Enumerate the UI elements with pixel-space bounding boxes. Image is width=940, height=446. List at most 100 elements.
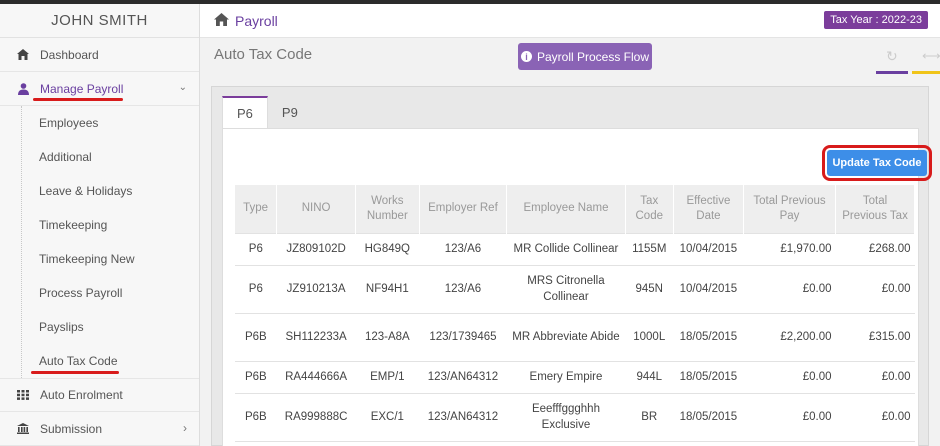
user-name: JOHN SMITH [0,4,199,38]
manage-payroll-submenu: Employees Additional Leave & Holidays Ti… [0,106,199,378]
sidebar-item-label: Submission [40,421,103,436]
cell-effective-date: 18/05/2015 [673,312,744,362]
sub-header: Auto Tax Code i Payroll Process Flow ↻ ⟷ [200,38,940,80]
sidebar-item-label: Manage Payroll [40,81,124,96]
payroll-process-flow-button[interactable]: i Payroll Process Flow [518,43,652,70]
update-tax-code-button[interactable]: Update Tax Code [827,150,927,176]
cell-works-number: 123-A8A [355,312,420,362]
cell-employer-ref: 123/A6 [419,232,507,266]
cell-previous-pay: £0.00 [743,360,836,394]
cell-works-number: EXC/1 [355,392,420,442]
tax-code-table: Type NINO Works Number Employer Ref Empl… [235,185,915,442]
payroll-process-flow-label: Payroll Process Flow [536,49,650,64]
cell-previous-tax: £315.00 [835,312,915,362]
column-header[interactable]: Employer Ref [419,185,508,233]
cell-type: P6 [235,232,277,266]
cell-effective-date: 18/05/2015 [673,360,744,394]
cell-tax-code: 1155M [625,232,674,266]
sidebar-subitem-auto-tax-code[interactable]: Auto Tax Code [0,344,199,378]
cell-type: P6B [235,392,277,442]
home-icon[interactable] [214,12,229,29]
cell-previous-pay: £1,970.00 [743,232,836,266]
sidebar-item-dashboard[interactable]: Dashboard [0,38,199,72]
cell-previous-pay: £2,200.00 [743,312,836,362]
breadcrumb-payroll[interactable]: Payroll [235,13,278,29]
sidebar-subitem-employees[interactable]: Employees [0,106,199,140]
cell-type: P6 [235,264,277,314]
cell-employee-name: MRS Citronella Collinear [506,264,626,314]
sidebar-subitem-label: Auto Tax Code [39,354,118,368]
table-row[interactable]: P6B RA999888C EXC/1 123/AN64312 Eeefffgg… [235,392,915,442]
sidebar-subitem-leave-holidays[interactable]: Leave & Holidays [0,174,199,208]
cell-previous-tax: £0.00 [835,264,915,314]
cell-type: P6B [235,312,277,362]
cell-previous-pay: £0.00 [743,264,836,314]
sidebar-subitem-payslips[interactable]: Payslips [0,310,199,344]
cell-effective-date: 18/05/2015 [673,392,744,442]
tab-content: Update Tax Code Type NINO Works Number E… [222,128,932,446]
cell-tax-code: 945N [625,264,674,314]
table-row[interactable]: P6 JZ809102D HG849Q 123/A6 MR Collide Co… [235,232,915,266]
column-header[interactable]: NINO [276,185,357,233]
accent-bar-yellow [912,71,940,74]
cell-nino: RA999888C [276,392,356,442]
cell-works-number: NF94H1 [355,264,420,314]
dashboard-icon [16,48,30,62]
cell-effective-date: 10/04/2015 [673,232,744,266]
column-header[interactable]: Total Previous Pay [743,185,837,233]
table-row[interactable]: P6B SH112233A 123-A8A 123/1739465 MR Abb… [235,312,915,362]
sidebar-item-label: Auto Enrolment [40,388,123,402]
column-header[interactable]: Works Number [355,185,420,233]
tab-p6[interactable]: P6 [222,96,268,128]
cell-works-number: HG849Q [355,232,420,266]
cell-previous-tax: £268.00 [835,232,915,266]
sidebar: JOHN SMITH Dashboard Manage Payroll ⌄ Em… [0,4,200,446]
cell-nino: SH112233A [276,312,356,362]
cell-employee-name: MR Abbreviate Abide [506,312,626,362]
user-icon [16,82,30,96]
column-header[interactable]: Total Previous Tax [835,185,915,233]
page-header: Payroll Tax Year : 2022-23 [200,4,940,38]
cell-effective-date: 10/04/2015 [673,264,744,314]
tax-year-badge[interactable]: Tax Year : 2022-23 [824,11,928,29]
cell-nino: JZ910213A [276,264,356,314]
sidebar-subitem-additional[interactable]: Additional [0,140,199,174]
cell-employer-ref: 123/1739465 [419,312,507,362]
cell-nino: JZ809102D [276,232,356,266]
cell-previous-tax: £0.00 [835,360,915,394]
cell-tax-code: BR [625,392,674,442]
cell-employee-name: Eeefffggghhh Exclusive [506,392,626,442]
cell-type: P6B [235,360,277,394]
table-row[interactable]: P6B RA444666A EMP/1 123/AN64312 Emery Em… [235,360,915,394]
cell-tax-code: 944L [625,360,674,394]
grid-icon [16,388,30,402]
cell-employee-name: Emery Empire [506,360,626,394]
tab-bar: P6 P9 [222,96,312,128]
cell-previous-pay: £0.00 [743,392,836,442]
sidebar-subitem-timekeeping-new[interactable]: Timekeeping New [0,242,199,276]
sidebar-subitem-timekeeping[interactable]: Timekeeping [0,208,199,242]
sidebar-item-submission[interactable]: Submission › [0,412,199,446]
refresh-icon[interactable]: ↻ [886,48,898,65]
column-header[interactable]: Type [235,185,278,233]
bank-icon [16,422,30,436]
cell-employer-ref: 123/AN64312 [419,360,507,394]
sidebar-item-auto-enrolment[interactable]: Auto Enrolment [0,378,199,412]
sidebar-item-manage-payroll[interactable]: Manage Payroll ⌄ [0,72,199,106]
expand-icon[interactable]: ⟷ [922,48,940,64]
table-row[interactable]: P6 JZ910213A NF94H1 123/A6 MRS Citronell… [235,264,915,314]
chevron-down-icon: ⌄ [178,82,187,93]
column-header[interactable]: Effective Date [673,185,745,233]
tab-p9[interactable]: P9 [268,96,312,128]
cell-works-number: EMP/1 [355,360,420,394]
column-header[interactable]: Employee Name [506,185,626,233]
sidebar-item-label: Dashboard [40,47,99,62]
info-icon: i [520,51,532,62]
annotation-underline [33,98,123,101]
column-header[interactable]: Tax Code [625,185,674,233]
cell-previous-tax: £0.00 [835,392,915,442]
cell-tax-code: 1000L [625,312,674,362]
chevron-right-icon: › [183,421,187,435]
sidebar-subitem-process-payroll[interactable]: Process Payroll [0,276,199,310]
annotation-underline [31,371,119,374]
